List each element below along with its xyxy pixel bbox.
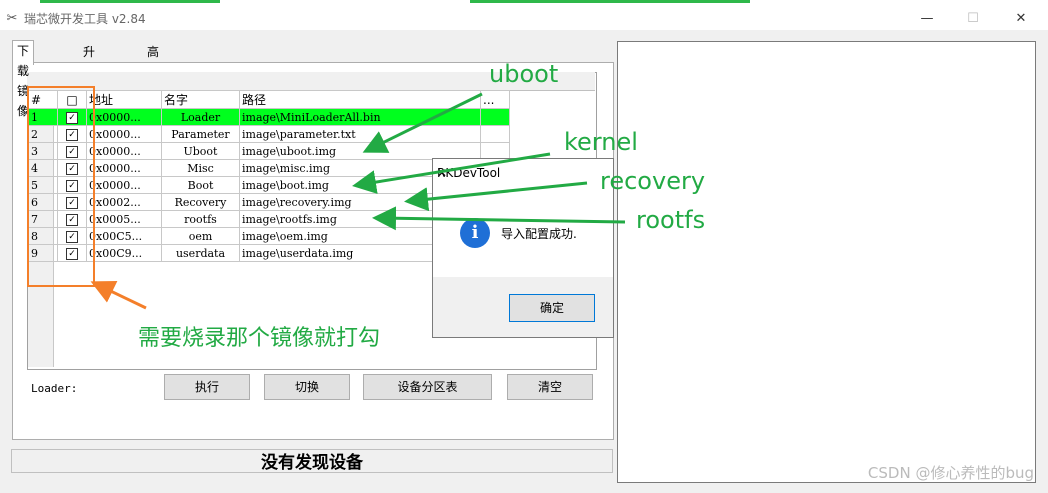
arrow-rootfs: [372, 206, 626, 231]
annotation-uboot: uboot: [489, 60, 559, 88]
annotation-recovery: recovery: [600, 167, 706, 195]
annotation-check-hint: 需要烧录那个镜像就打勾: [138, 326, 381, 351]
arrow-checkbox-hint: [90, 280, 147, 310]
arrow-uboot: [362, 92, 483, 153]
annotation-kernel: kernel: [564, 128, 638, 156]
annotation-rootfs: rootfs: [636, 206, 706, 234]
arrow-recovery: [404, 181, 588, 212]
app-window: ✂ 瑞芯微开发工具 v2.84 — ☐ ✕ 下载镜像 升级固件 高级功能 # □…: [0, 0, 1048, 493]
watermark: CSDN @修心养性的bug: [867, 464, 1034, 482]
arrow-kernel: [352, 152, 551, 194]
